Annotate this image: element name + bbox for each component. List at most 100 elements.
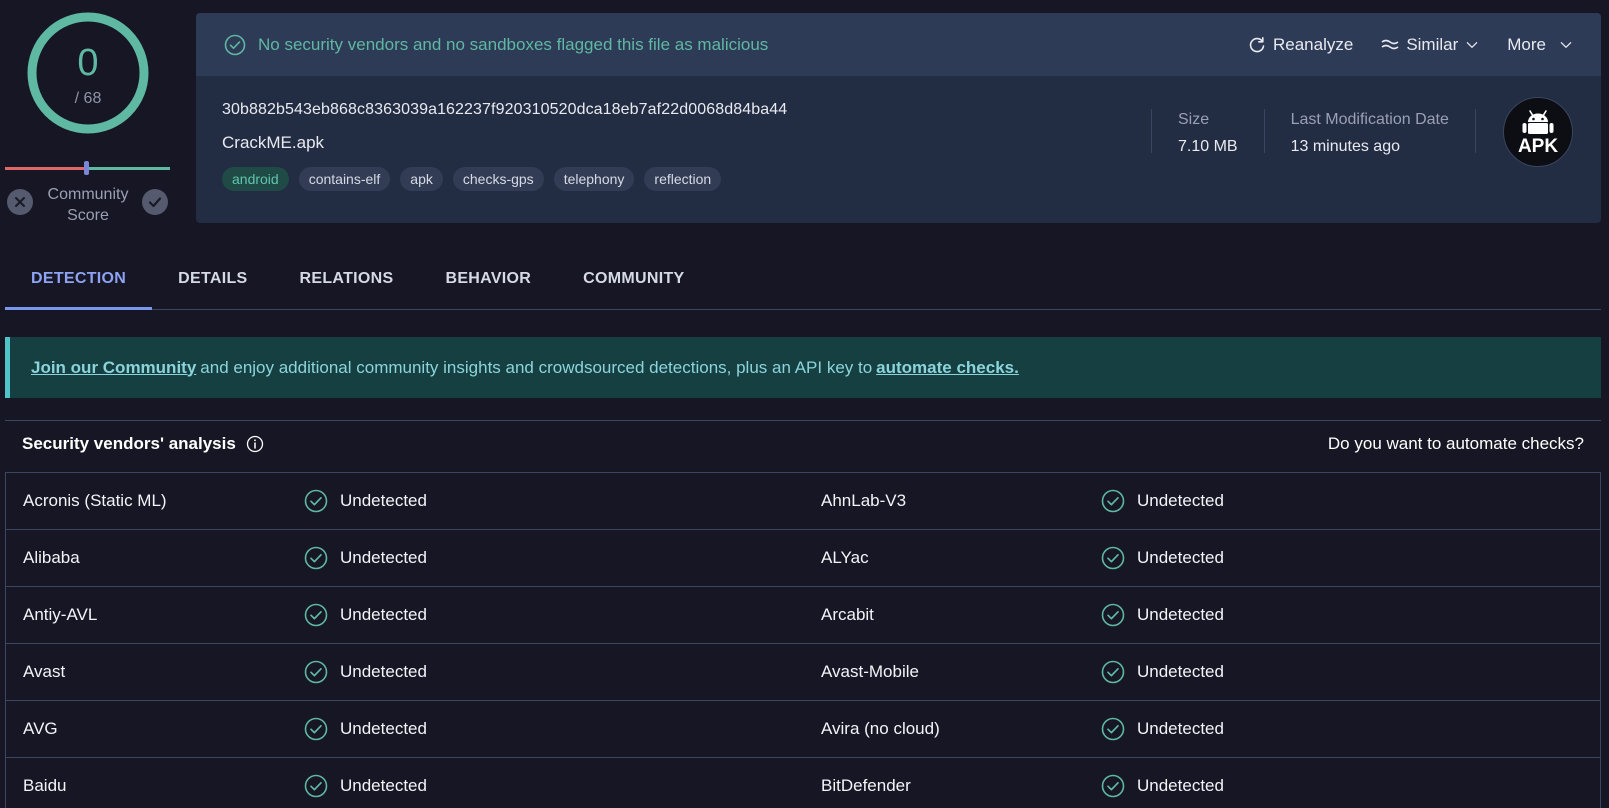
check-circle-icon: [1101, 774, 1125, 798]
chevron-down-icon: [1466, 41, 1478, 48]
vendor-result: Undetected: [304, 774, 427, 798]
tab-details[interactable]: DETAILS: [152, 255, 273, 310]
banner-text: and enjoy additional community insights …: [200, 357, 873, 377]
vendor-analysis-header: Security vendors' analysis Do you want t…: [5, 420, 1601, 466]
community-banner: Join our Community and enjoy additional …: [5, 337, 1601, 398]
android-icon: [1522, 109, 1554, 134]
tag-checks-gps[interactable]: checks-gps: [452, 167, 544, 191]
file-size-label: Size: [1178, 111, 1210, 128]
check-circle-icon: [304, 774, 328, 798]
reanalyze-button[interactable]: Reanalyze: [1248, 35, 1353, 55]
vendor-result-text: Undetected: [340, 719, 427, 738]
vendor-name: Avira (no cloud): [821, 719, 940, 738]
check-circle-icon: [1101, 717, 1125, 741]
check-circle-icon: [1101, 489, 1125, 513]
vendor-result: Undetected: [304, 489, 427, 513]
verdict-text: No security vendors and no sandboxes fla…: [258, 34, 769, 54]
vendor-result-text: Undetected: [1137, 491, 1224, 510]
file-hash[interactable]: 30b882b543eb868c8363039a162237f920310520…: [222, 101, 787, 119]
check-circle-icon: [304, 546, 328, 570]
last-modification-label: Last Modification Date: [1290, 111, 1449, 128]
file-size: Size 7.10 MB: [1151, 109, 1264, 155]
file-actions: Reanalyze Similar More: [1248, 13, 1573, 76]
file-tags: android contains-elf apk checks-gps tele…: [222, 167, 787, 191]
last-modification: Last Modification Date 13 minutes ago: [1263, 109, 1475, 155]
vendor-name: Antiy-AVL: [23, 605, 98, 624]
vendor-result: Undetected: [1101, 660, 1224, 684]
table-row: Avast Undetected Avast-Mobile Undetected: [6, 644, 1600, 701]
vendor-result-text: Undetected: [340, 548, 427, 567]
vote-harmless-button[interactable]: [142, 189, 168, 215]
vendor-result-text: Undetected: [1137, 605, 1224, 624]
vendor-name: Alibaba: [23, 548, 80, 567]
join-community-link[interactable]: Join our Community: [31, 358, 196, 378]
check-circle-icon: [304, 717, 328, 741]
vendor-result: Undetected: [1101, 489, 1224, 513]
vendor-result: Undetected: [1101, 774, 1224, 798]
check-circle-icon: [1101, 546, 1125, 570]
vendor-result-text: Undetected: [1137, 548, 1224, 567]
vendor-result: Undetected: [1101, 603, 1224, 627]
tab-behavior[interactable]: BEHAVIOR: [419, 255, 557, 310]
detection-total: / 68: [74, 90, 102, 107]
check-circle-icon: [304, 603, 328, 627]
tag-telephony[interactable]: telephony: [553, 167, 635, 191]
vendor-result-text: Undetected: [340, 605, 427, 624]
report-tabs: DETECTION DETAILS RELATIONS BEHAVIOR COM…: [5, 255, 1601, 310]
automate-checks-prompt[interactable]: Do you want to automate checks?: [1328, 434, 1584, 454]
vendor-result: Undetected: [304, 717, 427, 741]
vendor-table: Acronis (Static ML) Undetected AhnLab-V3…: [5, 472, 1601, 808]
vendor-result-text: Undetected: [1137, 776, 1224, 795]
vendor-result: Undetected: [304, 660, 427, 684]
file-name: CrackME.apk: [222, 133, 325, 152]
vendor-result-text: Undetected: [1137, 719, 1224, 738]
file-size-value: 7.10 MB: [1178, 138, 1238, 155]
table-row: Alibaba Undetected ALYac Undetected: [6, 530, 1600, 587]
table-row: Acronis (Static ML) Undetected AhnLab-V3…: [6, 473, 1600, 530]
vendor-name: ALYac: [821, 548, 869, 567]
similar-dropdown[interactable]: Similar: [1381, 35, 1479, 55]
more-label: More: [1507, 34, 1546, 54]
vendor-result-text: Undetected: [340, 776, 427, 795]
verdict-bar: No security vendors and no sandboxes fla…: [196, 13, 1601, 76]
vote-malicious-button[interactable]: [7, 189, 33, 215]
vendor-name: AhnLab-V3: [821, 491, 907, 510]
automate-checks-link[interactable]: automate checks.: [876, 358, 1019, 378]
vendor-analysis-title: Security vendors' analysis: [22, 434, 264, 454]
chevron-down-icon: [1560, 41, 1572, 48]
vendor-name: Acronis (Static ML): [23, 491, 167, 510]
vendor-result-text: Undetected: [340, 491, 427, 510]
vendor-result: Undetected: [304, 603, 427, 627]
vendor-name: BitDefender: [821, 776, 911, 795]
similar-label: Similar: [1406, 34, 1459, 54]
vendor-name: Avast: [23, 662, 66, 681]
tag-contains-elf[interactable]: contains-elf: [298, 167, 391, 191]
similar-icon: [1381, 39, 1399, 49]
file-info: 30b882b543eb868c8363039a162237f920310520…: [222, 101, 787, 191]
more-dropdown[interactable]: More: [1507, 35, 1573, 55]
check-circle-icon: [304, 489, 328, 513]
detection-count: 0: [77, 42, 99, 84]
file-type-label: APK: [1517, 135, 1559, 157]
table-row: Antiy-AVL Undetected Arcabit Undetected: [6, 587, 1600, 644]
vendor-name: AVG: [23, 719, 58, 738]
meta-divider: [1474, 109, 1476, 153]
tab-community[interactable]: COMMUNITY: [557, 255, 710, 310]
table-row: Baidu Undetected BitDefender Undetected: [6, 758, 1600, 808]
check-circle-icon: [304, 660, 328, 684]
file-summary-card: No security vendors and no sandboxes fla…: [196, 13, 1601, 223]
check-circle-icon: [1101, 603, 1125, 627]
info-icon[interactable]: [246, 435, 264, 453]
vendor-name: Avast-Mobile: [821, 662, 919, 681]
tab-relations[interactable]: RELATIONS: [274, 255, 420, 310]
tag-android[interactable]: android: [222, 167, 289, 191]
vendor-result: Undetected: [1101, 546, 1224, 570]
tab-detection[interactable]: DETECTION: [5, 255, 153, 310]
vendor-result-text: Undetected: [1137, 662, 1224, 681]
refresh-icon: [1249, 36, 1265, 52]
check-circle-icon: [224, 34, 246, 55]
last-modification-value: 13 minutes ago: [1290, 138, 1400, 155]
tag-reflection[interactable]: reflection: [644, 167, 722, 191]
vendor-name: Baidu: [23, 776, 67, 795]
tag-apk[interactable]: apk: [400, 167, 443, 191]
